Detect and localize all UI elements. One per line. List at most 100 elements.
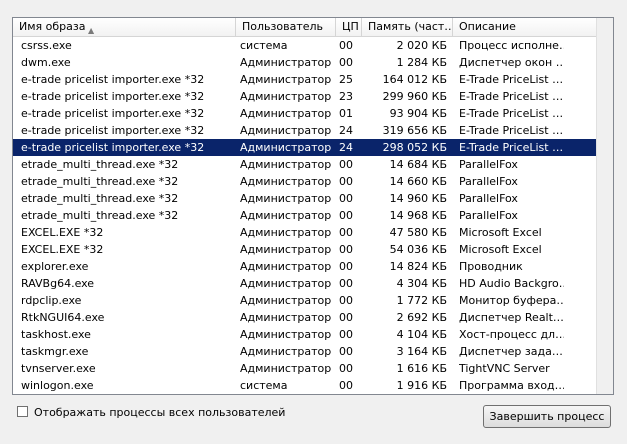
cpu-cell: 00 xyxy=(339,175,353,188)
column-memory[interactable]: Память (част… xyxy=(362,18,453,36)
description-cell: ParallelFox xyxy=(459,158,518,171)
memory-cell: 299 960 КБ xyxy=(382,90,447,103)
table-row[interactable]: etrade_multi_thread.exe *32 Администратор… xyxy=(13,156,613,173)
process-name-cell: tvnserver.exe xyxy=(21,362,96,375)
description-cell: Microsoft Excel xyxy=(459,243,542,256)
table-row[interactable]: etrade_multi_thread.exe *32 Администратор… xyxy=(13,190,613,207)
description-cell: Диспетчер зада… xyxy=(459,345,563,358)
user-cell: Администратор xyxy=(240,328,332,341)
memory-cell: 2 020 КБ xyxy=(396,39,447,52)
memory-cell: 2 692 КБ xyxy=(396,311,447,324)
user-cell: Администратор xyxy=(240,226,332,239)
column-cpu-label: ЦП xyxy=(342,20,359,33)
column-memory-label: Память (част… xyxy=(368,20,453,33)
cpu-cell: 00 xyxy=(339,243,353,256)
cpu-cell: 00 xyxy=(339,311,353,324)
user-cell: Администратор xyxy=(240,260,332,273)
table-row[interactable]: RAVBg64.exe Администратор 00 4 304 КБ HD Aud… xyxy=(13,275,613,292)
table-row[interactable]: dwm.exe Администратор 00 1 284 КБ Диспетчер … xyxy=(13,54,613,71)
column-header: Имя образа ▲ Пользователь ЦП Память (час… xyxy=(13,18,613,37)
user-cell: Администратор xyxy=(240,175,332,188)
memory-cell: 1 616 КБ xyxy=(396,362,447,375)
user-cell: система xyxy=(240,379,288,392)
process-name-cell: RtkNGUI64.exe xyxy=(21,311,105,324)
table-row[interactable]: winlogon.exe система 00 1 916 КБ Программа в… xyxy=(13,377,613,394)
table-row[interactable]: e-trade pricelist importer.exe *32 Админи… xyxy=(13,88,613,105)
process-name-cell: e-trade pricelist importer.exe *32 xyxy=(21,90,205,103)
process-name-cell: explorer.exe xyxy=(21,260,89,273)
column-user-label: Пользователь xyxy=(242,20,324,33)
table-row[interactable]: tvnserver.exe Администратор 00 1 616 КБ Tigh… xyxy=(13,360,613,377)
description-cell: E-Trade PriceList … xyxy=(459,107,564,120)
table-row[interactable]: csrss.exe система 00 2 020 КБ Процесс исполн… xyxy=(13,37,613,54)
cpu-cell: 25 xyxy=(339,73,353,86)
process-name-cell: e-trade pricelist importer.exe *32 xyxy=(21,141,205,154)
process-name-cell: etrade_multi_thread.exe *32 xyxy=(21,192,179,205)
column-user[interactable]: Пользователь xyxy=(236,18,336,36)
process-name-cell: EXCEL.EXE *32 xyxy=(21,226,104,239)
memory-cell: 4 304 КБ xyxy=(396,277,447,290)
description-cell: Монитор буфера… xyxy=(459,294,564,307)
vertical-scrollbar[interactable] xyxy=(596,18,613,394)
description-cell: E-Trade PriceList … xyxy=(459,141,564,154)
table-row[interactable]: e-trade pricelist importer.exe *32 Админи… xyxy=(13,71,613,88)
cpu-cell: 00 xyxy=(339,294,353,307)
description-cell: Программа вход… xyxy=(459,379,564,392)
process-name-cell: csrss.exe xyxy=(21,39,72,52)
sort-ascending-icon: ▲ xyxy=(88,26,95,35)
user-cell: Администратор xyxy=(240,56,332,69)
table-row[interactable]: e-trade pricelist importer.exe *32 Админи… xyxy=(13,105,613,122)
show-all-users-checkbox[interactable] xyxy=(17,406,28,417)
memory-cell: 14 684 КБ xyxy=(389,158,447,171)
user-cell: Администратор xyxy=(240,243,332,256)
description-cell: Microsoft Excel xyxy=(459,226,542,239)
process-name-cell: etrade_multi_thread.exe *32 xyxy=(21,209,179,222)
user-cell: Администратор xyxy=(240,124,332,137)
table-row[interactable]: e-trade pricelist importer.exe *32 Админи… xyxy=(13,122,613,139)
table-row[interactable]: taskmgr.exe Администратор 00 3 164 КБ Диспет… xyxy=(13,343,613,360)
column-description-label: Описание xyxy=(459,20,516,33)
process-name-cell: winlogon.exe xyxy=(21,379,94,392)
table-row[interactable]: etrade_multi_thread.exe *32 Администратор… xyxy=(13,207,613,224)
table-row[interactable]: taskhost.exe Администратор 00 4 104 КБ Хост-… xyxy=(13,326,613,343)
cpu-cell: 24 xyxy=(339,124,353,137)
memory-cell: 319 656 КБ xyxy=(382,124,447,137)
process-name-cell: taskmgr.exe xyxy=(21,345,89,358)
column-cpu[interactable]: ЦП xyxy=(336,18,362,36)
cpu-cell: 00 xyxy=(339,260,353,273)
table-row[interactable]: explorer.exe Администратор 00 14 824 КБ Пров… xyxy=(13,258,613,275)
process-list[interactable]: Имя образа ▲ Пользователь ЦП Память (час… xyxy=(12,17,614,395)
process-name-cell: taskhost.exe xyxy=(21,328,91,341)
cpu-cell: 00 xyxy=(339,277,353,290)
description-cell: TightVNC Server xyxy=(459,362,550,375)
memory-cell: 1 284 КБ xyxy=(396,56,447,69)
process-rows: csrss.exe система 00 2 020 КБ Процесс исполн… xyxy=(13,37,613,394)
show-all-users-label: Отображать процессы всех пользователей xyxy=(34,406,286,419)
description-cell: ParallelFox xyxy=(459,209,518,222)
description-cell: Диспетчер окон … xyxy=(459,56,564,69)
user-cell: Администратор xyxy=(240,73,332,86)
memory-cell: 164 012 КБ xyxy=(382,73,447,86)
cpu-cell: 00 xyxy=(339,158,353,171)
table-row[interactable]: etrade_multi_thread.exe *32 Администратор… xyxy=(13,173,613,190)
memory-cell: 14 824 КБ xyxy=(389,260,447,273)
cpu-cell: 00 xyxy=(339,209,353,222)
table-row[interactable]: RtkNGUI64.exe Администратор 00 2 692 КБ Дисп… xyxy=(13,309,613,326)
table-row[interactable]: EXCEL.EXE *32 Администратор 00 47 580 КБ Mic… xyxy=(13,224,613,241)
description-cell: E-Trade PriceList … xyxy=(459,124,564,137)
description-cell: Процесс исполне… xyxy=(459,39,564,52)
column-image-name[interactable]: Имя образа ▲ xyxy=(13,18,236,36)
table-row[interactable]: rdpclip.exe Администратор 00 1 772 КБ Монито… xyxy=(13,292,613,309)
column-description[interactable]: Описание xyxy=(453,18,598,36)
end-process-button[interactable]: Завершить процесс xyxy=(483,405,611,428)
user-cell: Администратор xyxy=(240,294,332,307)
user-cell: Администратор xyxy=(240,158,332,171)
process-name-cell: e-trade pricelist importer.exe *32 xyxy=(21,124,205,137)
description-cell: Проводник xyxy=(459,260,523,273)
table-row[interactable]: EXCEL.EXE *32 Администратор 00 54 036 КБ Mic… xyxy=(13,241,613,258)
table-row[interactable]: e-trade pricelist importer.exe *32 Админи… xyxy=(13,139,613,156)
process-name-cell: etrade_multi_thread.exe *32 xyxy=(21,175,179,188)
cpu-cell: 00 xyxy=(339,345,353,358)
description-cell: Хост-процесс дл… xyxy=(459,328,564,341)
process-name-cell: dwm.exe xyxy=(21,56,71,69)
